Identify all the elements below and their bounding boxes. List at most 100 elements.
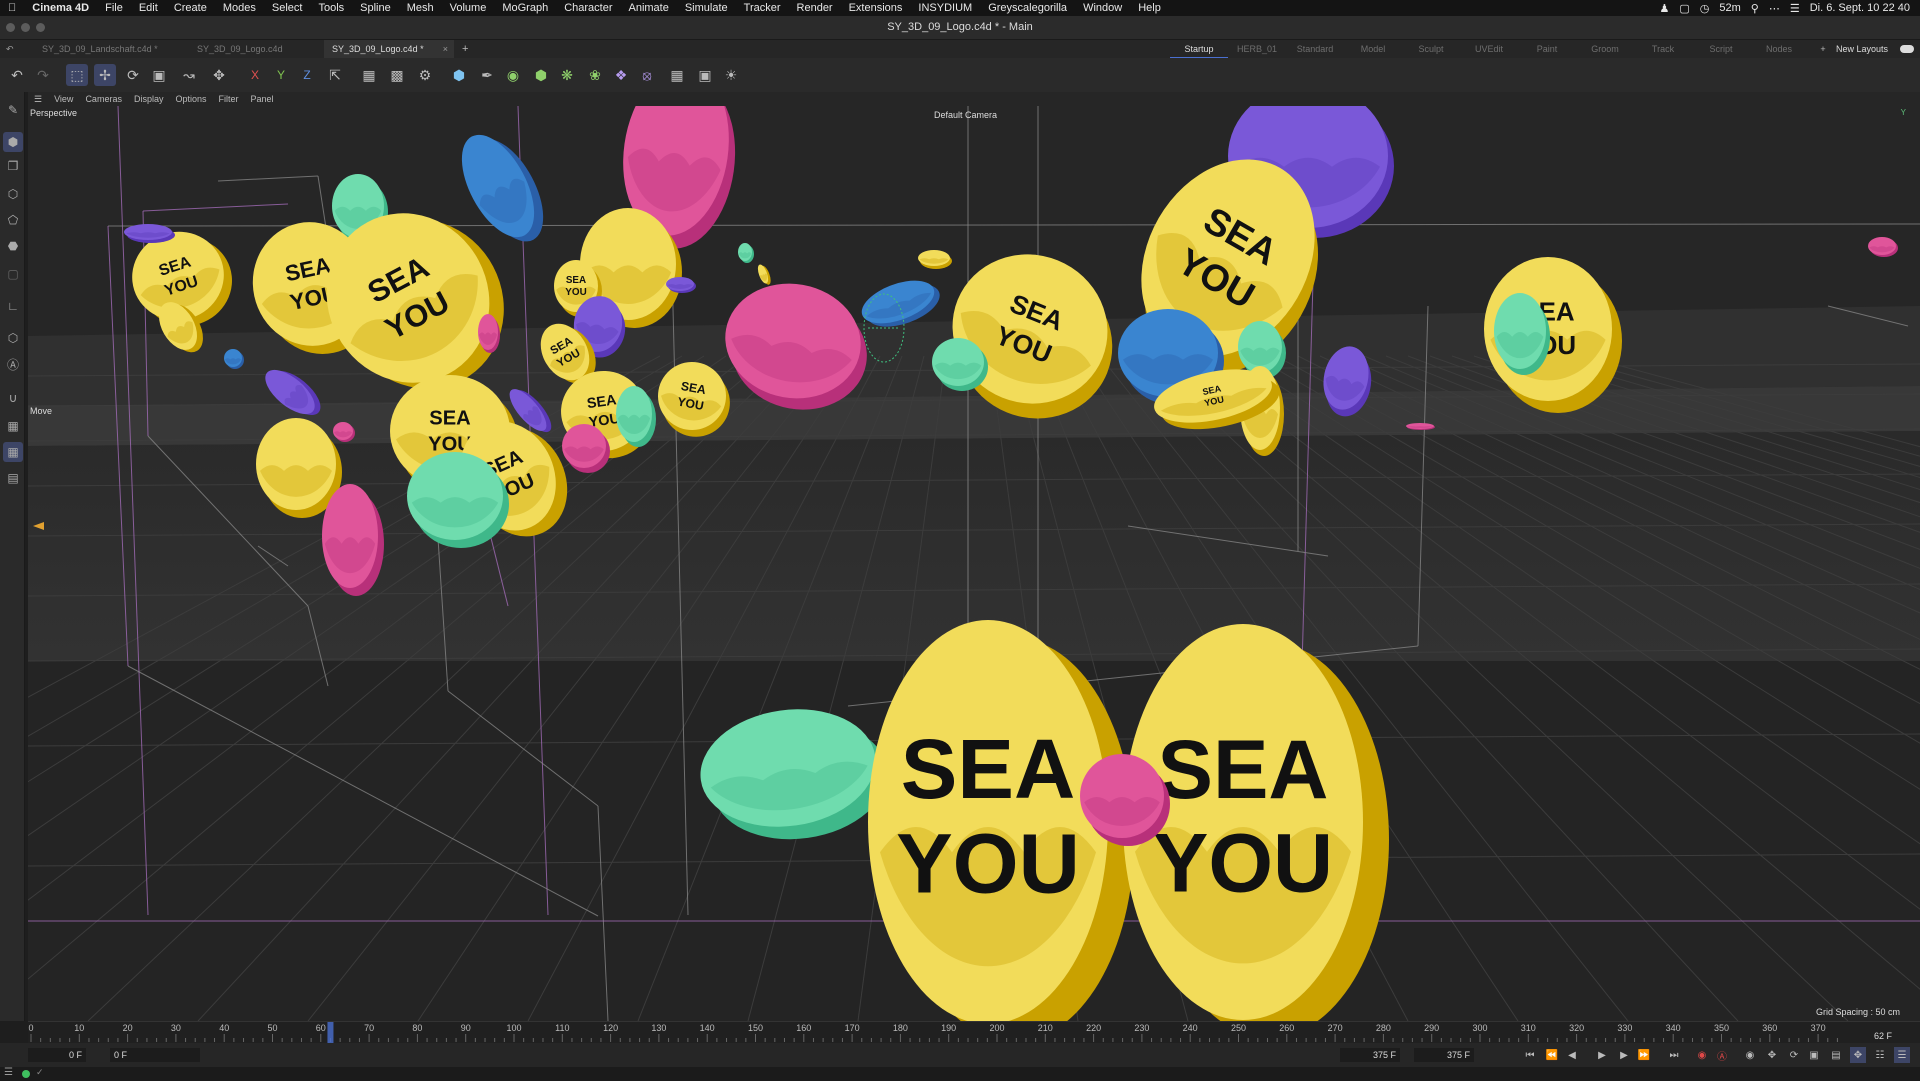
object-axis-icon[interactable]: Ⓐ [3, 354, 23, 374]
control-center-icon[interactable]: ☰ [1790, 2, 1800, 15]
layout-tab-standard[interactable]: Standard [1286, 40, 1344, 58]
motion-system-icon[interactable]: ☷ [1872, 1047, 1888, 1063]
record-icon[interactable]: ◉ [1694, 1047, 1710, 1063]
layout-tab-track[interactable]: Track [1634, 40, 1692, 58]
menu-render[interactable]: Render [789, 0, 841, 16]
axis-mode-icon[interactable]: ∟ [3, 296, 23, 316]
preview-end-field[interactable]: 375 F [1340, 1048, 1400, 1062]
timeline-settings-icon[interactable]: ☰ [1894, 1047, 1910, 1063]
timeline-ticks[interactable]: 0 10 20 30 40 50 60 70 80 90 100 110 120 130 140 150 160… [28, 1022, 1920, 1044]
points-mode-icon[interactable]: ⬡ [3, 184, 23, 204]
previous-key-icon[interactable]: ⏪ [1544, 1047, 1560, 1063]
menu-volume[interactable]: Volume [442, 0, 495, 16]
menu-greyscalegorilla[interactable]: Greyscalegorilla [980, 0, 1075, 16]
hamburger-menu-icon[interactable]: ☰ [28, 94, 48, 105]
axis-z-toggle[interactable]: Z [296, 64, 318, 86]
edges-mode-icon[interactable]: ⬠ [3, 210, 23, 230]
more-icon[interactable]: ⋯ [1769, 2, 1780, 15]
parameter-key-icon[interactable]: ▤ [1828, 1047, 1844, 1063]
display-icon[interactable]: ▢ [1679, 2, 1689, 15]
axis-x-toggle[interactable]: X [244, 64, 266, 86]
start-frame-field[interactable]: 0 F [28, 1048, 86, 1062]
tweak-mode-icon[interactable]: ⬡ [3, 328, 23, 348]
next-key-icon[interactable]: ⏩ [1636, 1047, 1652, 1063]
battery-icon[interactable]: ◷ [1700, 2, 1710, 15]
menu-insydium[interactable]: INSYDIUM [910, 0, 980, 16]
cube-object-icon[interactable]: ⬢ [448, 64, 470, 86]
menu-spline[interactable]: Spline [352, 0, 399, 16]
polygons-mode-icon[interactable]: ⬣ [3, 236, 23, 256]
apple-logo-icon[interactable]:  [0, 0, 24, 16]
layout-tab-script[interactable]: Script [1692, 40, 1750, 58]
layout-tab-nodes[interactable]: Nodes [1750, 40, 1808, 58]
layout-tab-model[interactable]: Model [1344, 40, 1402, 58]
subdivision-icon[interactable]: ◉ [502, 64, 524, 86]
menu-mograph[interactable]: MoGraph [494, 0, 556, 16]
viewport-view-name[interactable]: Perspective [30, 108, 77, 118]
render-view-icon[interactable]: ▦ [358, 64, 380, 86]
render-settings-icon[interactable]: ⚙ [414, 64, 436, 86]
next-frame-icon[interactable]: ▶ [1616, 1047, 1632, 1063]
menu-extensions[interactable]: Extensions [841, 0, 911, 16]
menu-create[interactable]: Create [166, 0, 215, 16]
render-picture-viewer-icon[interactable]: ▩ [386, 64, 408, 86]
keyframe-selection-icon[interactable]: ◉ [1742, 1047, 1758, 1063]
viewmenu-panel[interactable]: Panel [245, 94, 280, 104]
workplane-icon[interactable]: ▦ [3, 416, 23, 436]
timeline-ruler[interactable]: 0 10 20 30 40 50 60 70 80 90 100 110 120 130 140 150 160… [28, 1021, 1920, 1044]
viewmenu-cameras[interactable]: Cameras [79, 94, 128, 104]
menu-help[interactable]: Help [1130, 0, 1169, 16]
rotation-key-icon[interactable]: ⟳ [1786, 1047, 1802, 1063]
move-tool-icon[interactable]: ✢ [94, 64, 116, 86]
model-mode-icon[interactable]: ⬢ [3, 132, 23, 152]
viewmenu-options[interactable]: Options [169, 94, 212, 104]
workplane-align-icon[interactable]: ▦ [3, 442, 23, 462]
layout-tab-sculpt[interactable]: Sculpt [1402, 40, 1460, 58]
spline-pen-icon[interactable]: ✒ [476, 64, 498, 86]
scale-key-icon[interactable]: ▣ [1806, 1047, 1822, 1063]
timeline-playhead[interactable] [327, 1022, 334, 1044]
menu-edit[interactable]: Edit [131, 0, 166, 16]
close-tab-icon[interactable]: × [443, 40, 448, 58]
menu-tools[interactable]: Tools [310, 0, 352, 16]
clock-datetime[interactable]: Di. 6. Sept. 10 22 40 [1810, 2, 1910, 14]
autokey-icon[interactable]: Ⓐ [1714, 1047, 1730, 1063]
viewmenu-filter[interactable]: Filter [213, 94, 245, 104]
live-selection-icon[interactable]: ⬚ [66, 64, 88, 86]
preview-start-field[interactable]: 0 F [110, 1048, 200, 1062]
redo-icon[interactable]: ↷ [32, 64, 54, 86]
back-arrow-icon[interactable]: ↶ [6, 40, 14, 58]
rotate-tool-icon[interactable]: ⟳ [122, 64, 144, 86]
menu-app[interactable]: Cinema 4D [24, 0, 97, 16]
viewport-camera-name[interactable]: Default Camera [934, 110, 997, 120]
extrude-generator-icon[interactable]: ⬢ [530, 64, 552, 86]
menu-simulate[interactable]: Simulate [677, 0, 736, 16]
layout-tab-paint[interactable]: Paint [1518, 40, 1576, 58]
go-to-end-icon[interactable]: ⏭ [1666, 1047, 1682, 1063]
menu-tracker[interactable]: Tracker [736, 0, 789, 16]
position-key-icon[interactable]: ✥ [1764, 1047, 1780, 1063]
doc-tab-logo[interactable]: SY_3D_09_Logo.c4d [189, 40, 319, 58]
end-frame-field[interactable]: 375 F [1414, 1048, 1474, 1062]
spotlight-search-icon[interactable]: ⚲ [1751, 2, 1759, 15]
axis-y-toggle[interactable]: Y [270, 64, 292, 86]
battery-time[interactable]: 52m [1719, 2, 1740, 14]
status-check-icon[interactable]: ✓ [36, 1067, 44, 1078]
go-to-start-icon[interactable]: ⏮ [1522, 1047, 1538, 1063]
undo-icon[interactable]: ↶ [6, 64, 28, 86]
layout-tab-startup[interactable]: Startup [1170, 40, 1228, 58]
menu-mesh[interactable]: Mesh [399, 0, 442, 16]
doc-tab-landschaft[interactable]: SY_3D_09_Landschaft.c4d * [34, 40, 188, 58]
floor-grid-icon[interactable]: ▦ [666, 64, 688, 86]
menu-animate[interactable]: Animate [620, 0, 676, 16]
layout-tab-herb01[interactable]: HERB_01 [1228, 40, 1286, 58]
doc-tab-logo-active[interactable]: SY_3D_09_Logo.c4d * × [324, 40, 454, 58]
texture-mode-icon[interactable]: ❐ [3, 156, 23, 176]
layout-tab-groom[interactable]: Groom [1576, 40, 1634, 58]
point-level-animation-icon[interactable]: ✥ [1850, 1047, 1866, 1063]
play-icon[interactable]: ▶ [1594, 1047, 1610, 1063]
deformer-icon[interactable]: ❖ [610, 64, 632, 86]
add-layout-button[interactable]: + [1808, 40, 1838, 58]
camera-icon[interactable]: ▣ [694, 64, 716, 86]
mograph-icon[interactable]: ❀ [584, 64, 606, 86]
